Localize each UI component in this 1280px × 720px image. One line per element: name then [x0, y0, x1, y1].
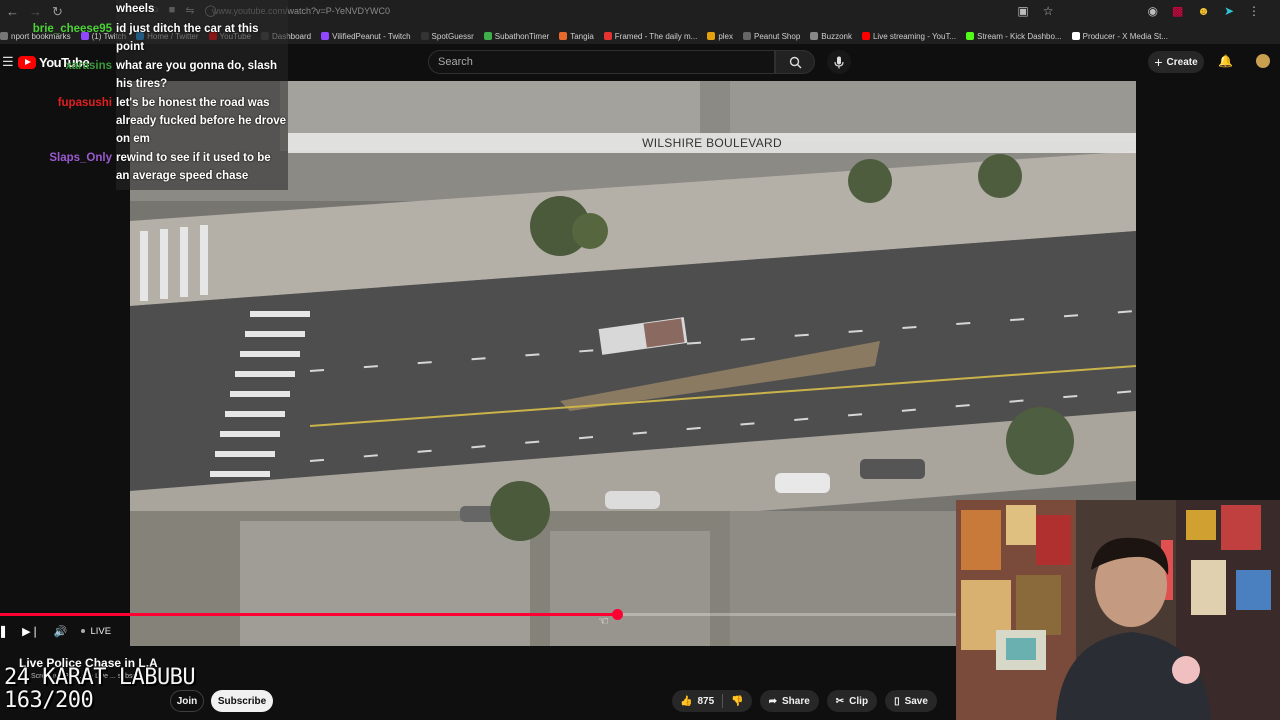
bookmark-favicon-icon [420, 32, 429, 40]
share-button[interactable]: ➦ Share [759, 690, 819, 712]
extension-icon[interactable]: ◉ [1147, 4, 1157, 18]
player-controls: ❚ ▶❘ 🔊 LIVE [0, 622, 111, 640]
search-button[interactable] [775, 50, 815, 74]
plus-icon: + [1154, 54, 1163, 70]
voice-search-button[interactable] [827, 50, 851, 74]
microphone-icon [834, 56, 844, 68]
bookmark-label: Live streaming - YouT... [872, 31, 957, 41]
menu-dots-icon[interactable]: ⋮ [1248, 4, 1260, 18]
extension-7tv-icon[interactable]: ➤ [1224, 4, 1234, 18]
webcam-feed-scene [956, 500, 1280, 720]
chat-username[interactable]: xarasins [0, 57, 112, 75]
bookmark-item[interactable]: Stream - Kick Dashbo... [966, 31, 1062, 41]
account-avatar[interactable] [1256, 54, 1270, 68]
save-label: Save [904, 695, 928, 707]
chat-username[interactable]: brie_cheese95 [0, 20, 112, 38]
like-count: 875 [697, 695, 715, 707]
bookmark-favicon-icon [861, 32, 870, 40]
pause-icon[interactable]: ❚ [0, 624, 8, 638]
emoji-extension-icon[interactable]: ☻ [1197, 4, 1210, 18]
bookmark-label: SubathonTimer [494, 31, 550, 41]
bookmark-icon: ▯ [894, 695, 900, 707]
street-name-banner: WILSHIRE BOULEVARD [288, 133, 1136, 153]
chat-message: wheels [116, 3, 155, 15]
chat-message: rewind to see if it used to be an averag… [116, 152, 271, 182]
bookmark-item[interactable]: Framed - The daily m... [603, 31, 698, 41]
bookmark-label: Framed - The daily m... [614, 31, 698, 41]
bookmark-label: Stream - Kick Dashbo... [977, 31, 1062, 41]
dislike-button[interactable]: 👎 [723, 696, 751, 707]
thumbs-up-icon: 👍 [680, 695, 693, 707]
save-button[interactable]: ▯ Save [885, 690, 937, 712]
bookmark-label: Tangia [570, 31, 594, 41]
live-dot [81, 629, 86, 633]
bookmark-item[interactable]: Live streaming - YouT... [861, 31, 957, 41]
chat-message: let's be honest the road was already fuc… [116, 97, 287, 145]
goal-name: 24 KARAT LABUBU [4, 665, 196, 690]
live-indicator[interactable]: LIVE [81, 626, 111, 637]
webcam-overlay [956, 500, 1280, 720]
chat-message: id just ditch the car at this point [116, 23, 259, 53]
bookmark-item[interactable]: VilifiedPeanut - Twitch [321, 31, 411, 41]
scissors-icon: ✂ [835, 695, 845, 707]
like-dislike-group: 👍 875 👎 [672, 690, 752, 712]
share-arrow-icon: ➦ [768, 695, 777, 707]
bookmark-favicon-icon [603, 32, 612, 40]
progress-bar[interactable] [0, 609, 956, 620]
clip-label: Clip [849, 695, 869, 707]
volume-icon[interactable]: 🔊 [54, 625, 68, 638]
mouse-cursor-icon: ☜ [598, 614, 609, 628]
progress-bar-fill [0, 613, 617, 616]
bookmark-item[interactable]: SpotGuessr [420, 31, 474, 41]
browser-toolbar-icons: ▣ ☆ ◉ ▩ ☻ ➤ ⋮ [1017, 4, 1260, 18]
notifications-bell-icon[interactable]: 🔔 [1218, 54, 1233, 68]
bookmark-label: VilifiedPeanut - Twitch [332, 31, 411, 41]
chat-message: what are you gonna do, slash his tires? [116, 60, 278, 90]
chat-username[interactable]: Slaps_Only [0, 149, 112, 167]
bookmark-favicon-icon [707, 32, 716, 40]
like-button[interactable]: 👍 875 [672, 696, 722, 707]
bookmark-label: Peanut Shop [754, 31, 801, 41]
screen: ← → ↻ ○ ■ ⇋ ◯ www.youtube.com/watch?v=P-… [0, 0, 1280, 720]
bookmark-favicon-icon [321, 32, 330, 40]
clip-button[interactable]: ✂ Clip [826, 690, 878, 712]
progress-scrubber-handle[interactable] [612, 609, 623, 620]
bookmark-favicon-icon [743, 32, 752, 40]
live-label: LIVE [90, 625, 112, 637]
bookmark-item[interactable]: Producer - X Media St... [1071, 31, 1168, 41]
chat-username[interactable]: fupasushi [0, 94, 112, 112]
bookmark-favicon-icon [810, 32, 819, 40]
bookmark-label: plex [718, 31, 734, 41]
bookmark-favicon-icon [966, 32, 975, 40]
bookmark-favicon-icon [483, 32, 492, 40]
search-input[interactable]: Search [428, 50, 775, 74]
bookmark-item[interactable]: Peanut Shop [743, 32, 800, 41]
bookmark-item[interactable]: Tangia [559, 32, 594, 41]
bookmark-favicon-icon [1071, 32, 1080, 40]
thumbs-down-icon: 👎 [731, 695, 744, 707]
bookmark-label: Buzzonk [821, 31, 852, 41]
bookmark-item[interactable]: plex [707, 32, 733, 41]
bookmark-item[interactable]: Buzzonk [810, 32, 852, 41]
share-label: Share [781, 695, 810, 707]
bookmark-label: SpotGuessr [431, 31, 474, 41]
goal-progress: 163/200 [4, 688, 94, 713]
bookmark-label: Producer - X Media St... [1082, 31, 1168, 41]
bookmark-star-icon[interactable]: ☆ [1043, 4, 1054, 18]
search-icon [789, 56, 801, 68]
next-icon[interactable]: ▶❘ [22, 625, 40, 638]
video-actions: 👍 875 👎 ➦ Share ✂ Clip ▯ Save [672, 690, 937, 712]
install-app-icon[interactable]: ▣ [1017, 4, 1028, 18]
extension-badge-icon[interactable]: ▩ [1172, 4, 1183, 18]
stream-goal-overlay: 24 KARAT LABUBU 163/200 [4, 665, 196, 713]
chat-overlay: wheels brie_cheese95 id just ditch the car… [0, 0, 288, 190]
bookmark-favicon-icon [559, 32, 568, 40]
bookmark-item[interactable]: SubathonTimer [483, 31, 550, 41]
subscribe-button[interactable]: Subscribe [211, 690, 273, 712]
create-label: Create [1166, 56, 1198, 68]
join-button[interactable]: Join [170, 690, 204, 712]
create-button[interactable]: + Create [1148, 51, 1204, 73]
